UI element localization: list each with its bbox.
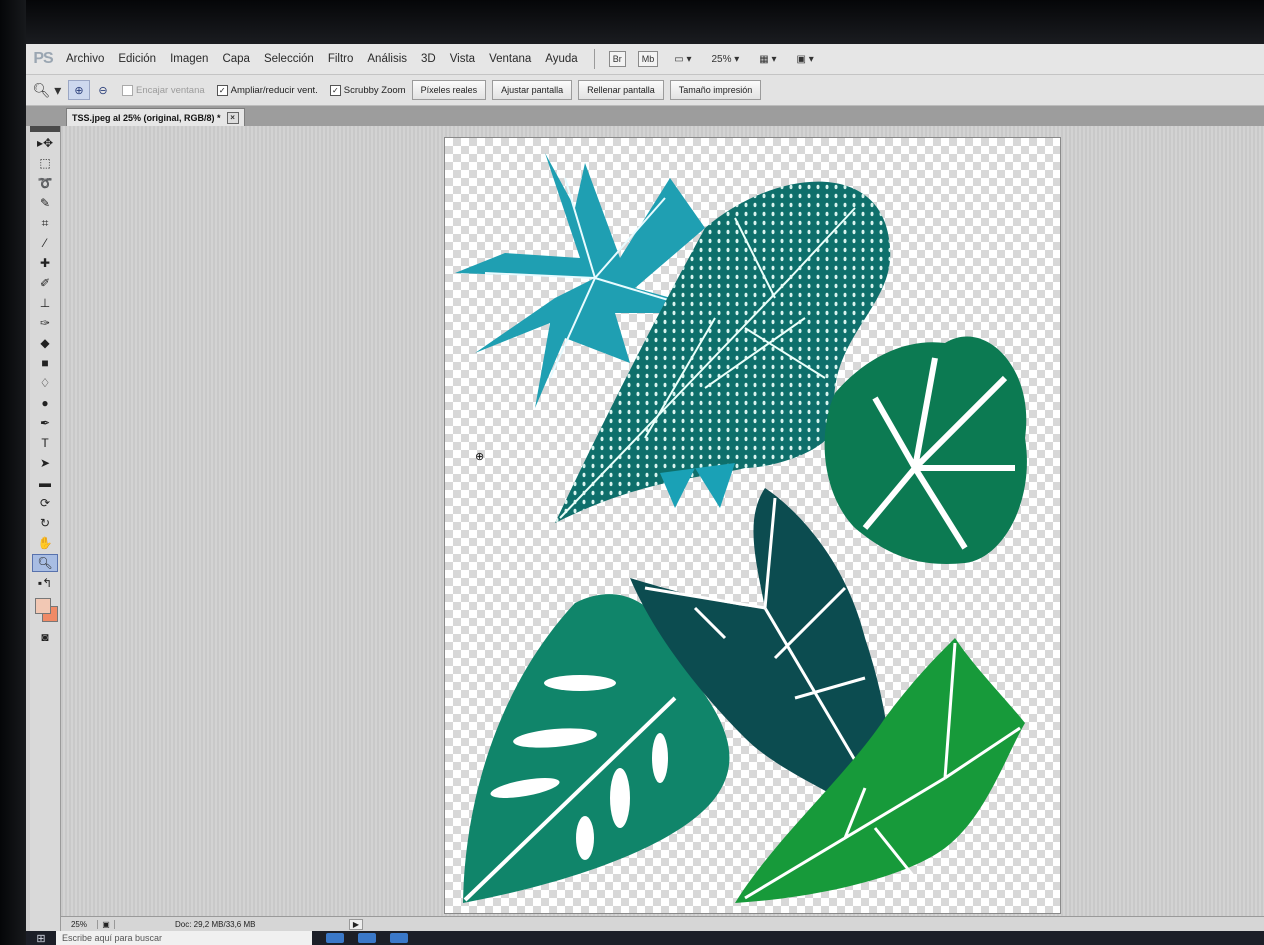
document-tab-bar: TSS.jpeg al 25% (original, RGB/8) * × [26, 106, 1264, 127]
menu-analisis[interactable]: Análisis [361, 53, 415, 65]
zoom-tool-icon[interactable]: 🔍︎ [32, 554, 58, 572]
leaf-artwork [455, 153, 1027, 903]
dodge-tool-icon[interactable]: ● [33, 394, 57, 412]
menu-seleccion[interactable]: Selección [258, 53, 322, 65]
menu-capa[interactable]: Capa [216, 53, 258, 65]
menu-filtro[interactable]: Filtro [322, 53, 362, 65]
arrange-documents-dropdown[interactable]: ▦ ▾ [759, 54, 776, 65]
taskbar-app-icon[interactable] [358, 933, 376, 943]
color-swatches[interactable] [33, 596, 58, 624]
brush-tool-icon[interactable]: ✐ [33, 274, 57, 292]
menu-3d[interactable]: 3D [415, 53, 444, 65]
document-tab[interactable]: TSS.jpeg al 25% (original, RGB/8) * × [66, 108, 245, 127]
checkbox-checked: ✓ [216, 84, 228, 96]
resize-windows-label: Encajar ventana [136, 84, 205, 96]
zoom-tool-preset-icon[interactable]: 🔍︎ ▾ [26, 82, 68, 99]
screen-mode-dropdown[interactable]: ▣ ▾ [797, 54, 814, 65]
actual-pixels-button[interactable]: Píxeles reales [411, 80, 487, 100]
menu-vista[interactable]: Vista [444, 53, 483, 65]
view-extras-dropdown[interactable]: ▭ ▾ [674, 54, 691, 65]
monstera-leaf-top-right [824, 336, 1027, 564]
zoom-level-dropdown[interactable]: 25% ▾ [711, 54, 739, 65]
print-size-button[interactable]: Tamaño impresión [669, 80, 762, 100]
marquee-tool-icon[interactable]: ⬚ [33, 154, 57, 172]
taskbar-app-icon[interactable] [326, 933, 344, 943]
scrubby-zoom-checkbox[interactable]: ✓ Scrubby Zoom [329, 84, 406, 96]
menu-separator [593, 49, 595, 69]
windows-start-icon[interactable]: ⊞ [26, 932, 56, 945]
app-logo: PS [33, 50, 53, 67]
clone-stamp-tool-icon[interactable]: ⊥ [33, 294, 57, 312]
monitor-bezel-left [0, 0, 26, 945]
mini-bridge-button[interactable]: Mb [637, 51, 659, 67]
close-tab-icon[interactable]: × [226, 112, 239, 124]
rectangle-tool-icon[interactable]: ▬ [33, 474, 57, 492]
move-tool-icon[interactable]: ▸✥ [33, 134, 57, 152]
type-tool-icon[interactable]: T [33, 434, 57, 452]
photoshop-window: PS Archivo Edición Imagen Capa Selección… [26, 44, 1264, 945]
fit-screen-button[interactable]: Ajustar pantalla [492, 80, 573, 100]
tools-panel-header[interactable] [30, 126, 60, 132]
crop-tool-icon[interactable]: ⌗ [33, 214, 57, 232]
zoom-in-icon[interactable]: ⊕ [68, 80, 90, 100]
taskbar-search-input[interactable]: Escribe aquí para buscar [56, 931, 312, 945]
zoom-cursor-icon: ⊕ [475, 451, 485, 463]
hand-tool-icon[interactable]: ✋ [33, 534, 57, 552]
menu-ayuda[interactable]: Ayuda [539, 53, 585, 65]
quick-mask-icon[interactable]: ◙ [33, 628, 57, 646]
menu-archivo[interactable]: Archivo [60, 53, 112, 65]
menu-edicion[interactable]: Edición [112, 53, 164, 65]
document-canvas[interactable] [445, 138, 1060, 913]
eyedropper-tool-icon[interactable]: ⁄ [33, 234, 57, 252]
menu-ventana[interactable]: Ventana [483, 53, 539, 65]
foreground-color-swatch[interactable] [35, 598, 51, 614]
checkbox-checked: ✓ [329, 84, 341, 96]
menu-bar: PS Archivo Edición Imagen Capa Selección… [26, 44, 1264, 75]
options-bar: 🔍︎ ▾ ⊕ ⊖ Encajar ventana ✓ Ampliar/reduci… [26, 75, 1264, 106]
history-brush-tool-icon[interactable]: ✑ [33, 314, 57, 332]
eraser-tool-icon[interactable]: ◆ [33, 334, 57, 352]
pen-tool-icon[interactable]: ✒ [33, 414, 57, 432]
menu-imagen[interactable]: Imagen [164, 53, 216, 65]
healing-brush-tool-icon[interactable]: ✚ [33, 254, 57, 272]
tools-panel: ▸✥ ⬚ ➰ ✎ ⌗ ⁄ ✚ ✐ ⊥ ✑ ◆ ■ ♢ ● ✒ T ➤ ▬ ⟳ ↻… [30, 126, 61, 944]
quick-selection-tool-icon[interactable]: ✎ [33, 194, 57, 212]
default-colors-icon[interactable]: ▪↰ [33, 574, 57, 592]
bridge-button[interactable]: Br [608, 51, 626, 67]
gradient-tool-icon[interactable]: ■ [33, 354, 57, 372]
windows-taskbar: ⊞ Escribe aquí para buscar [26, 931, 1264, 945]
3d-rotate-tool-icon[interactable]: ⟳ [33, 494, 57, 512]
path-selection-tool-icon[interactable]: ➤ [33, 454, 57, 472]
status-doc-size: Doc: 29,2 MB/33,6 MB [175, 919, 256, 929]
zoom-resize-label: Ampliar/reducir vent. [230, 84, 318, 96]
checkbox-box [122, 84, 133, 96]
blur-tool-icon[interactable]: ♢ [33, 374, 57, 392]
3d-orbit-tool-icon[interactable]: ↻ [33, 514, 57, 532]
lasso-tool-icon[interactable]: ➰ [33, 174, 57, 192]
status-zoom-value[interactable]: 25% [61, 919, 98, 929]
zoom-level-value: 25% [711, 53, 732, 65]
status-bar: 25% ▣ Doc: 29,2 MB/33,6 MB ▶ [61, 916, 1264, 931]
taskbar-app-icon[interactable] [390, 933, 408, 943]
scrubby-zoom-label: Scrubby Zoom [343, 84, 406, 96]
resize-windows-checkbox[interactable]: Encajar ventana [122, 84, 205, 96]
canvas-workspace: ⊕ [61, 126, 1264, 916]
fill-screen-button[interactable]: Rellenar pantalla [578, 80, 664, 100]
status-info-icon[interactable]: ▣ [98, 919, 115, 929]
zoom-out-icon[interactable]: ⊖ [92, 80, 114, 100]
zoom-resize-checkbox[interactable]: ✓ Ampliar/reducir vent. [216, 84, 318, 96]
status-menu-arrow[interactable]: ▶ [349, 918, 363, 930]
document-tab-title: TSS.jpeg al 25% (original, RGB/8) * [72, 113, 221, 123]
monitor-bezel-top [0, 0, 1264, 44]
